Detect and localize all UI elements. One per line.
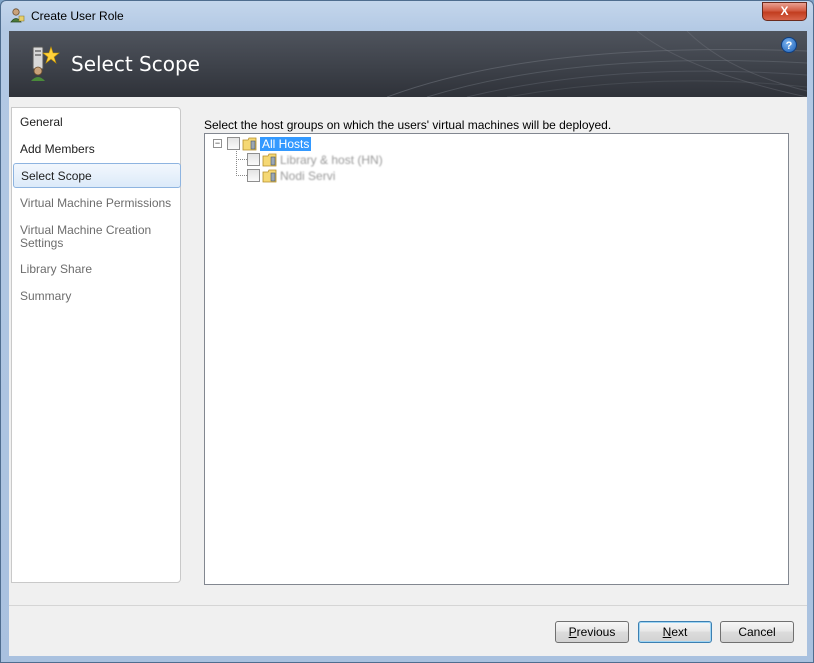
window-title: Create User Role bbox=[31, 9, 124, 23]
tree-node-child[interactable]: Library & host (HN) bbox=[247, 152, 447, 168]
wizard-content: General Add Members Select Scope Virtual… bbox=[9, 97, 807, 656]
header-decoration bbox=[387, 31, 807, 97]
host-group-checkbox[interactable] bbox=[247, 153, 260, 166]
host-group-tree[interactable]: − All Hosts Library & host (HN) Nodi Ser… bbox=[204, 133, 789, 585]
nav-step-vm-creation-settings[interactable]: Virtual Machine Creation Settings bbox=[12, 224, 180, 250]
nav-step-summary[interactable]: Summary bbox=[12, 290, 180, 303]
user-role-icon bbox=[10, 8, 25, 23]
tree-connector-line bbox=[236, 149, 237, 176]
nav-step-library-share[interactable]: Library Share bbox=[12, 263, 180, 276]
cancel-button[interactable]: Cancel bbox=[720, 621, 794, 643]
collapse-icon[interactable]: − bbox=[213, 139, 222, 148]
scope-icon bbox=[31, 46, 60, 81]
host-group-folder-icon bbox=[262, 169, 277, 183]
host-group-folder-icon bbox=[262, 153, 277, 167]
tree-node-label[interactable]: Nodi Servi bbox=[280, 169, 335, 183]
host-group-folder-icon bbox=[242, 137, 257, 151]
nav-step-general[interactable]: General bbox=[12, 116, 180, 129]
tree-node-all-hosts[interactable]: − All Hosts bbox=[211, 136, 411, 152]
instruction-text: Select the host groups on which the user… bbox=[204, 118, 612, 132]
footer-divider bbox=[9, 605, 807, 606]
tree-node-child[interactable]: Nodi Servi bbox=[247, 168, 447, 184]
nav-step-select-scope[interactable]: Select Scope bbox=[13, 163, 181, 188]
tree-connector-line bbox=[236, 159, 247, 160]
tree-connector-line bbox=[236, 175, 247, 176]
all-hosts-checkbox[interactable] bbox=[227, 137, 240, 150]
wizard-steps-nav: General Add Members Select Scope Virtual… bbox=[11, 107, 181, 583]
nav-step-add-members[interactable]: Add Members bbox=[12, 143, 180, 156]
tree-node-label[interactable]: Library & host (HN) bbox=[280, 153, 383, 167]
wizard-header: Select Scope ? bbox=[9, 31, 807, 97]
page-title: Select Scope bbox=[71, 52, 200, 76]
nav-step-vm-permissions[interactable]: Virtual Machine Permissions bbox=[12, 197, 180, 210]
help-icon[interactable]: ? bbox=[781, 37, 797, 53]
next-button[interactable]: Next bbox=[638, 621, 712, 643]
host-group-checkbox[interactable] bbox=[247, 169, 260, 182]
title-bar[interactable]: Create User Role X bbox=[1, 1, 813, 31]
previous-button[interactable]: Previous bbox=[555, 621, 629, 643]
tree-node-label[interactable]: All Hosts bbox=[260, 137, 312, 151]
close-button[interactable]: X bbox=[762, 2, 807, 21]
create-user-role-window: Create User Role X Select Scope ? Genera… bbox=[0, 0, 814, 663]
